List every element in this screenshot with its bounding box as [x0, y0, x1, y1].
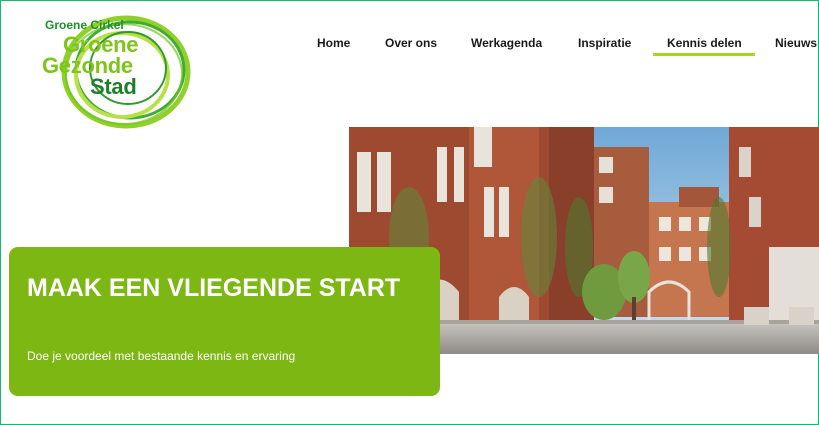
logo-line-stad: Stad: [90, 74, 137, 99]
nav-item-home[interactable]: Home: [317, 36, 350, 50]
hero-card: MAAK EEN VLIEGENDE START Doe je voordeel…: [9, 247, 440, 396]
hero-title: MAAK EEN VLIEGENDE START: [27, 274, 401, 302]
nav-item-over-ons[interactable]: Over ons: [385, 36, 437, 50]
groene-cirkel-logo[interactable]: Groene Cirkel Groene Gezonde Stad: [38, 12, 198, 130]
nav-item-nieuws[interactable]: Nieuws: [775, 36, 817, 50]
nav-item-kennis-delen[interactable]: Kennis delen: [667, 36, 742, 50]
logo-top-text: Groene Cirkel: [45, 18, 124, 32]
nav-item-werkagenda[interactable]: Werkagenda: [471, 36, 542, 50]
nav-item-inspiratie[interactable]: Inspiratie: [578, 36, 631, 50]
active-nav-underline: [653, 53, 755, 56]
hero-subtitle: Doe je voordeel met bestaande kennis en …: [27, 349, 296, 363]
